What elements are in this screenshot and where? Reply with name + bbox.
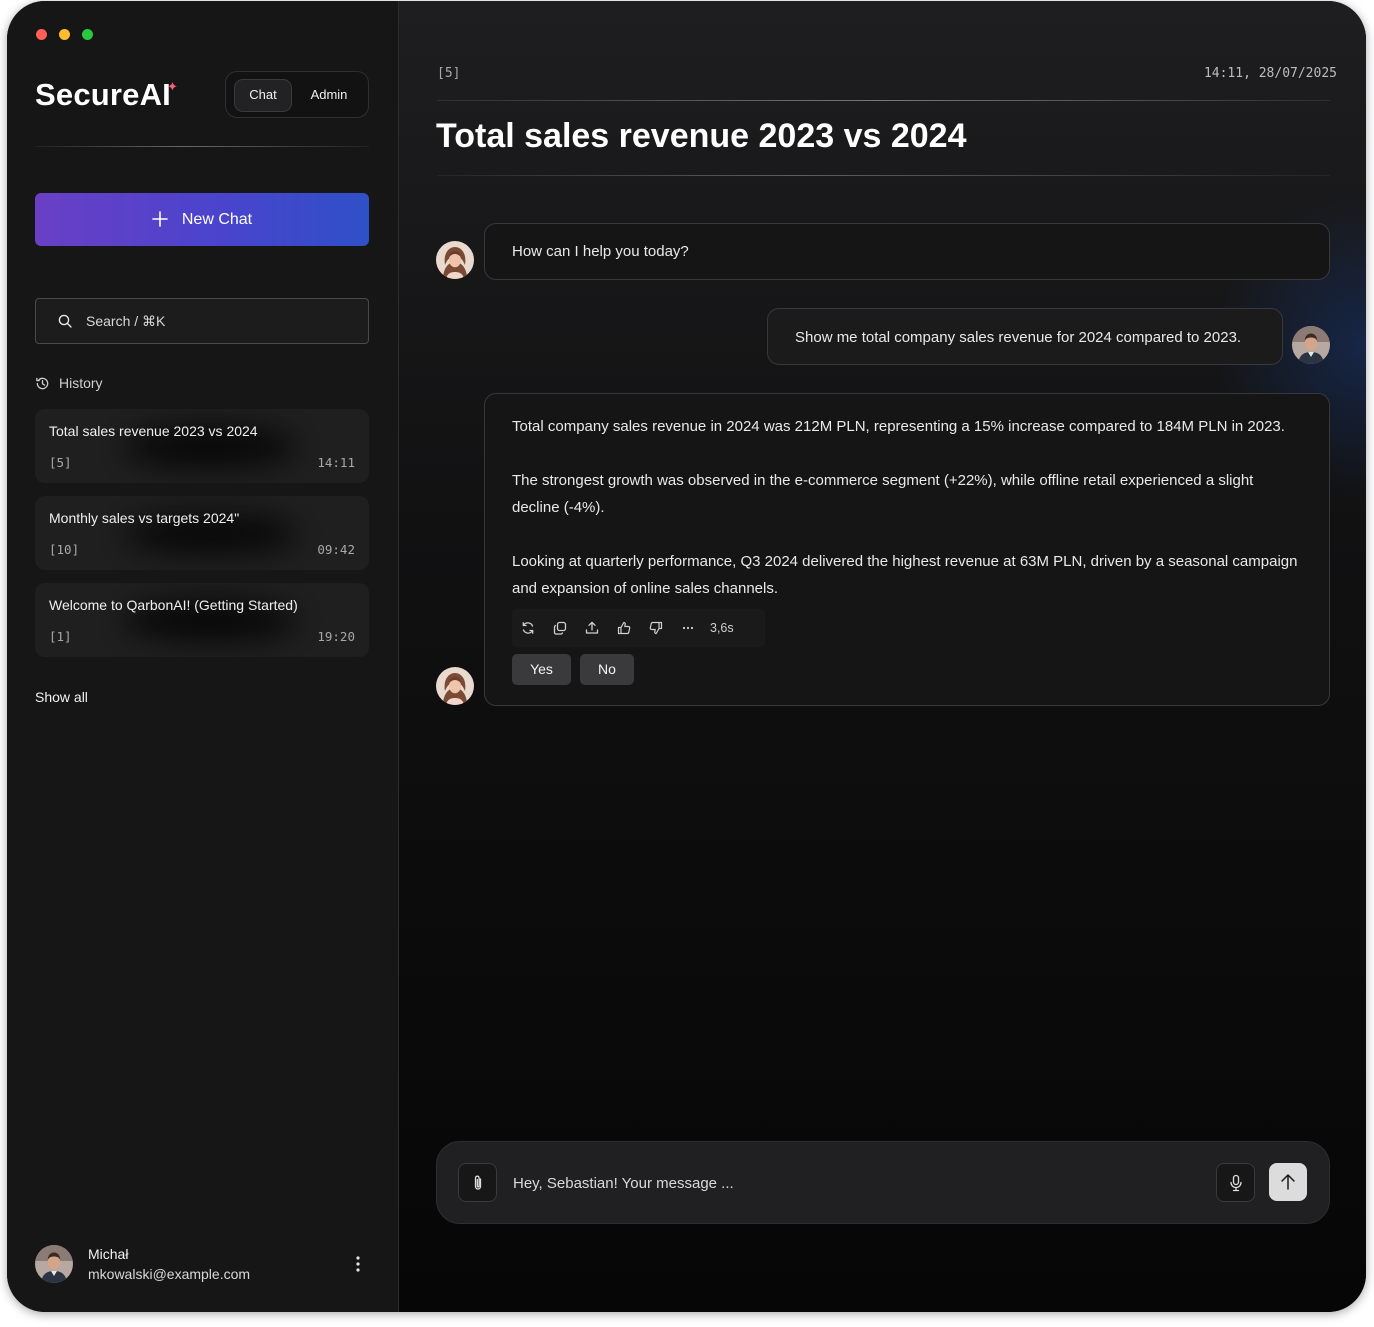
mode-switch: Chat Admin: [225, 71, 369, 118]
arrow-up-icon: [1281, 1174, 1295, 1190]
assistant-answer: Total company sales revenue in 2024 was …: [484, 393, 1330, 706]
answer-paragraph: Total company sales revenue in 2024 was …: [512, 418, 1285, 435]
history-item-title: Total sales revenue 2023 vs 2024: [49, 423, 258, 439]
send-button[interactable]: [1269, 1163, 1307, 1201]
message-input[interactable]: [511, 1167, 1135, 1199]
history-item-title: Welcome to QarbonAI! (Getting Started): [49, 597, 298, 613]
admin-mode-button[interactable]: Admin: [298, 79, 360, 110]
user-email: mkowalski@example.com: [88, 1266, 251, 1282]
show-all-link[interactable]: Show all: [35, 689, 88, 705]
new-chat-button[interactable]: New Chat: [35, 193, 369, 246]
history-item-count: [10]: [49, 542, 80, 557]
history-icon: [36, 377, 49, 389]
copy-icon[interactable]: [544, 609, 576, 647]
title-divider: [437, 175, 1330, 176]
yes-button[interactable]: Yes: [512, 654, 571, 685]
new-chat-label: New Chat: [181, 210, 253, 228]
history-label: History: [59, 375, 103, 391]
chat-mode-button[interactable]: Chat: [234, 79, 292, 112]
more-options-icon[interactable]: [351, 1251, 365, 1277]
more-icon[interactable]: [672, 609, 704, 647]
search-icon: [58, 314, 72, 328]
user-profile: Michał mkowalski@example.com: [35, 1245, 369, 1285]
app-window: SecureAI ✦ Chat Admin New Chat Search / …: [7, 1, 1366, 1312]
thumbs-down-icon[interactable]: [640, 609, 672, 647]
assistant-message-text: How can I help you today?: [512, 243, 689, 260]
message-actions: 3,6s: [512, 609, 765, 647]
plus-icon: [152, 210, 168, 230]
assistant-avatar: [436, 667, 474, 705]
header-divider: [437, 100, 1330, 101]
user-message-text: Show me total company sales revenue for …: [795, 329, 1242, 346]
history-item[interactable]: Welcome to QarbonAI! (Getting Started) […: [35, 583, 369, 657]
history-item-count: [5]: [49, 455, 72, 470]
history-heading: History: [35, 375, 103, 391]
close-window-button[interactable]: [36, 29, 47, 40]
history-item-time: 14:11: [317, 455, 355, 470]
message-count: [5]: [437, 66, 461, 81]
chat-timestamp: 14:11, 28/07/2025: [1203, 66, 1337, 81]
message-composer: [436, 1141, 1330, 1224]
sparkle-icon: ✦: [167, 79, 178, 94]
user-message-avatar: [1292, 326, 1330, 364]
regenerate-icon[interactable]: [512, 609, 544, 647]
sidebar-divider: [35, 146, 369, 147]
answer-paragraph: The strongest growth was observed in the…: [512, 472, 1254, 516]
user-avatar[interactable]: [35, 1245, 73, 1283]
window-controls: [36, 29, 93, 40]
search-placeholder: Search / ⌘K: [86, 312, 166, 329]
no-button[interactable]: No: [580, 654, 634, 685]
sidebar: SecureAI ✦ Chat Admin New Chat Search / …: [7, 1, 399, 1312]
history-item-count: [1]: [49, 629, 72, 644]
history-item[interactable]: Total sales revenue 2023 vs 2024 [5] 14:…: [35, 409, 369, 483]
history-item[interactable]: Monthly sales vs targets 2024" [10] 09:4…: [35, 496, 369, 570]
search-input[interactable]: Search / ⌘K: [35, 298, 369, 344]
history-item-time: 09:42: [317, 542, 355, 557]
chat-panel: [5] 14:11, 28/07/2025 Total sales revenu…: [399, 1, 1366, 1312]
answer-paragraph: Looking at quarterly performance, Q3 202…: [512, 553, 1298, 597]
maximize-window-button[interactable]: [82, 29, 93, 40]
user-name: Michał: [88, 1246, 129, 1262]
history-item-title: Monthly sales vs targets 2024": [49, 510, 240, 526]
response-time: 3,6s: [710, 621, 734, 635]
history-item-time: 19:20: [317, 629, 355, 644]
assistant-message: How can I help you today?: [484, 223, 1330, 280]
paperclip-icon[interactable]: [458, 1163, 497, 1202]
user-message: Show me total company sales revenue for …: [767, 308, 1283, 365]
chat-title: Total sales revenue 2023 vs 2024: [436, 117, 967, 155]
microphone-icon[interactable]: [1216, 1163, 1255, 1202]
share-icon[interactable]: [576, 609, 608, 647]
app-logo: SecureAI: [35, 77, 171, 112]
assistant-avatar: [436, 241, 474, 279]
minimize-window-button[interactable]: [59, 29, 70, 40]
thumbs-up-icon[interactable]: [608, 609, 640, 647]
